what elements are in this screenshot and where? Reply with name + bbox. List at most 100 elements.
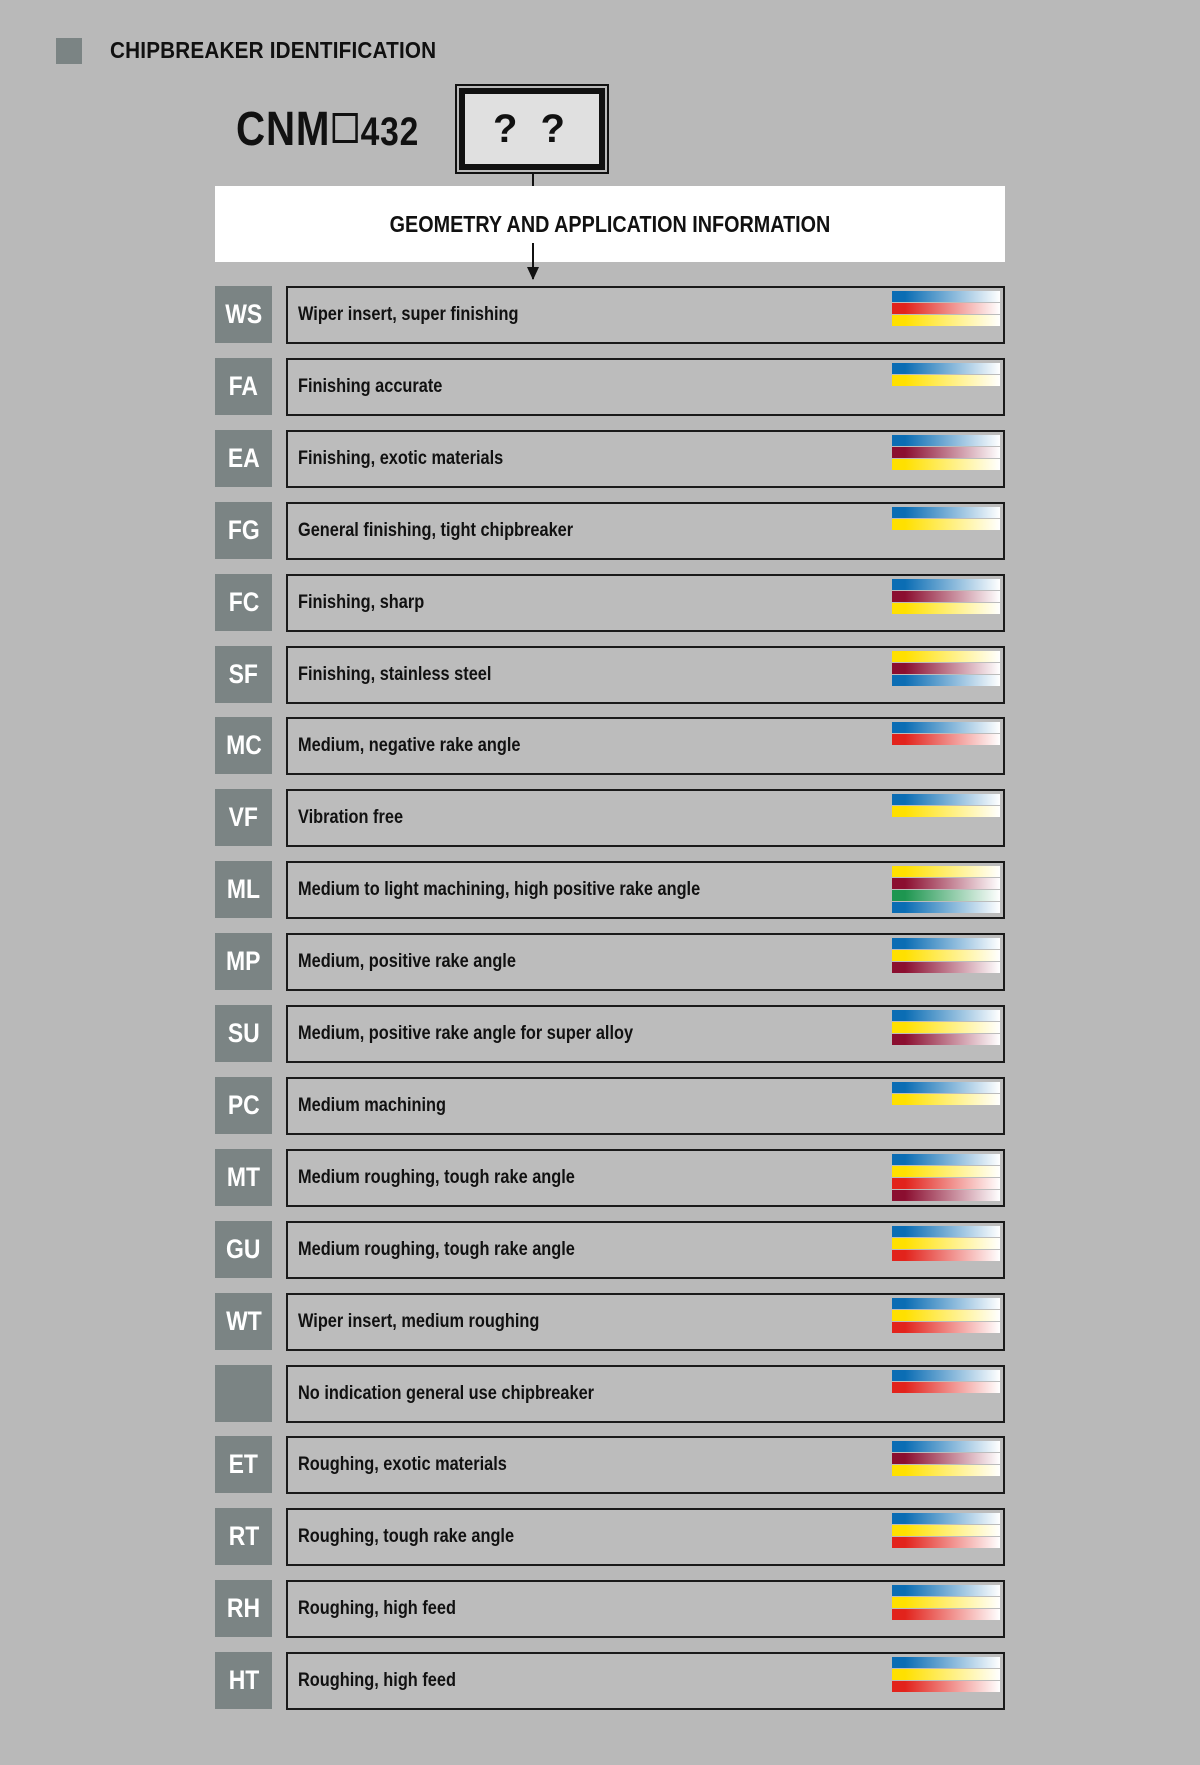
material-suitability-swatch xyxy=(892,506,1000,531)
material-bar-red xyxy=(892,303,1000,314)
chipbreaker-code: MC xyxy=(225,730,262,761)
material-bar-red xyxy=(892,1681,1000,1693)
chipbreaker-row: MT Medium roughing, tough rake angle xyxy=(215,1148,1005,1207)
chipbreaker-code-badge: ET xyxy=(215,1436,272,1494)
material-suitability-swatch xyxy=(892,1297,1000,1334)
chipbreaker-row: RH Roughing, high feed xyxy=(215,1580,1005,1639)
material-bar-red xyxy=(892,734,1000,746)
material-suitability-swatch xyxy=(892,794,1000,818)
material-suitability-swatch xyxy=(892,1513,1000,1549)
chipbreaker-description-box: Finishing, stainless steel xyxy=(286,645,1005,704)
material-suitability-swatch xyxy=(892,362,1000,387)
material-bar-maroon xyxy=(892,446,1000,458)
chipbreaker-code: WT xyxy=(225,1305,262,1336)
material-bar-yellow xyxy=(892,650,1000,662)
chipbreaker-description-box: Medium, negative rake angle xyxy=(286,717,1005,776)
chipbreaker-code: FC xyxy=(228,586,259,617)
chipbreaker-code: RT xyxy=(228,1521,259,1552)
material-bar-maroon xyxy=(892,1189,1000,1201)
chipbreaker-description: Medium machining xyxy=(298,1094,446,1116)
chipbreaker-description-box: No indication general use chipbreaker xyxy=(286,1364,1005,1423)
material-bar-red xyxy=(892,1321,1000,1333)
chipbreaker-description: Medium, negative rake angle xyxy=(298,735,521,757)
info-band-title: GEOMETRY AND APPLICATION INFORMATION xyxy=(389,211,831,237)
chipbreaker-description-box: Finishing accurate xyxy=(286,357,1005,416)
material-bar-maroon xyxy=(892,1453,1000,1465)
chipbreaker-description-box: Medium to light machining, high positive… xyxy=(286,861,1005,920)
chipbreaker-description-box: Medium, positive rake angle xyxy=(286,933,1005,992)
chipbreaker-row: FC Finishing, sharp xyxy=(215,573,1005,632)
material-bar-yellow xyxy=(892,1525,1000,1537)
material-bar-yellow xyxy=(892,315,1000,326)
chipbreaker-code-badge: WT xyxy=(215,1292,272,1350)
material-bar-blue xyxy=(892,578,1000,590)
chipbreaker-description: Medium roughing, tough rake angle xyxy=(298,1238,575,1260)
chipbreaker-row: SF Finishing, stainless steel xyxy=(215,645,1005,704)
chipbreaker-code-badge: EA xyxy=(215,429,272,487)
material-bar-blue xyxy=(892,1513,1000,1525)
chipbreaker-description: Finishing, sharp xyxy=(298,591,425,613)
material-bar-blue xyxy=(892,1153,1000,1165)
chipbreaker-description: Finishing, exotic materials xyxy=(298,447,504,469)
chipbreaker-code-badge: FG xyxy=(215,501,272,559)
material-bar-blue xyxy=(892,1010,1000,1021)
material-suitability-swatch xyxy=(892,1369,1000,1394)
chipbreaker-description: Medium, positive rake angle xyxy=(298,951,516,973)
chipbreaker-code-badge: ML xyxy=(215,861,272,919)
designation-prefix: CNM xyxy=(236,103,331,156)
material-suitability-swatch xyxy=(892,291,1000,327)
material-bar-maroon xyxy=(892,590,1000,602)
material-bar-yellow xyxy=(892,866,1000,878)
chipbreaker-code: HT xyxy=(228,1665,259,1696)
chipbreaker-code: ET xyxy=(228,1449,259,1480)
chipbreaker-description: Wiper insert, medium roughing xyxy=(298,1310,540,1332)
chipbreaker-description: Wiper insert, super finishing xyxy=(298,304,519,325)
material-bar-blue xyxy=(892,1657,1000,1669)
chipbreaker-code: GU xyxy=(226,1233,261,1264)
material-bar-yellow xyxy=(892,374,1000,386)
chipbreaker-row: SU Medium, positive rake angle for super … xyxy=(215,1005,1005,1063)
chipbreaker-description-box: Finishing, exotic materials xyxy=(286,429,1005,488)
material-suitability-swatch xyxy=(892,938,1000,974)
chipbreaker-code-badge: MC xyxy=(215,717,272,775)
chipbreaker-row: WS Wiper insert, super finishing xyxy=(215,286,1005,344)
blank-position-box xyxy=(332,113,359,143)
chipbreaker-code-badge: MP xyxy=(215,933,272,991)
material-bar-blue xyxy=(892,1585,1000,1597)
arrow-down-icon xyxy=(527,243,539,280)
material-bar-blue xyxy=(892,291,1000,302)
chipbreaker-description-box: Wiper insert, medium roughing xyxy=(286,1292,1005,1351)
material-bar-maroon xyxy=(892,878,1000,890)
chipbreaker-description: Finishing accurate xyxy=(298,375,443,397)
chipbreaker-description-box: Medium roughing, tough rake angle xyxy=(286,1220,1005,1279)
material-suitability-swatch xyxy=(892,1081,1000,1106)
material-bar-maroon xyxy=(892,962,1000,974)
material-bar-red xyxy=(892,1177,1000,1189)
material-bar-red xyxy=(892,1381,1000,1393)
material-bar-maroon xyxy=(892,1034,1000,1045)
material-bar-blue xyxy=(892,722,1000,734)
section-title: CHIPBREAKER IDENTIFICATION xyxy=(110,37,437,63)
material-bar-yellow xyxy=(892,950,1000,962)
info-band: GEOMETRY AND APPLICATION INFORMATION xyxy=(215,186,1005,262)
chipbreaker-code: VF xyxy=(228,802,259,833)
chipbreaker-code: SF xyxy=(228,658,259,689)
material-bar-blue xyxy=(892,1441,1000,1453)
chipbreaker-code-badge: VF xyxy=(215,789,272,847)
chipbreaker-code-badge: WS xyxy=(215,286,272,343)
chipbreaker-code-box: ? ? xyxy=(455,84,609,174)
chipbreaker-description: Medium to light machining, high positive… xyxy=(298,879,701,901)
material-bar-yellow xyxy=(892,1022,1000,1033)
chipbreaker-code-badge: HT xyxy=(215,1652,272,1710)
chipbreaker-code: PC xyxy=(227,1089,260,1120)
chipbreaker-description-box: Roughing, tough rake angle xyxy=(286,1508,1005,1567)
material-suitability-swatch xyxy=(892,866,1000,914)
chipbreaker-code-badge: MT xyxy=(215,1148,272,1206)
chipbreaker-description-box: Medium machining xyxy=(286,1076,1005,1135)
chipbreaker-row: FA Finishing accurate xyxy=(215,357,1005,416)
chipbreaker-code: RH xyxy=(226,1593,261,1624)
material-bar-blue xyxy=(892,506,1000,518)
material-bar-blue xyxy=(892,1081,1000,1093)
chipbreaker-code-badge: SF xyxy=(215,645,272,703)
material-suitability-swatch xyxy=(892,1585,1000,1621)
